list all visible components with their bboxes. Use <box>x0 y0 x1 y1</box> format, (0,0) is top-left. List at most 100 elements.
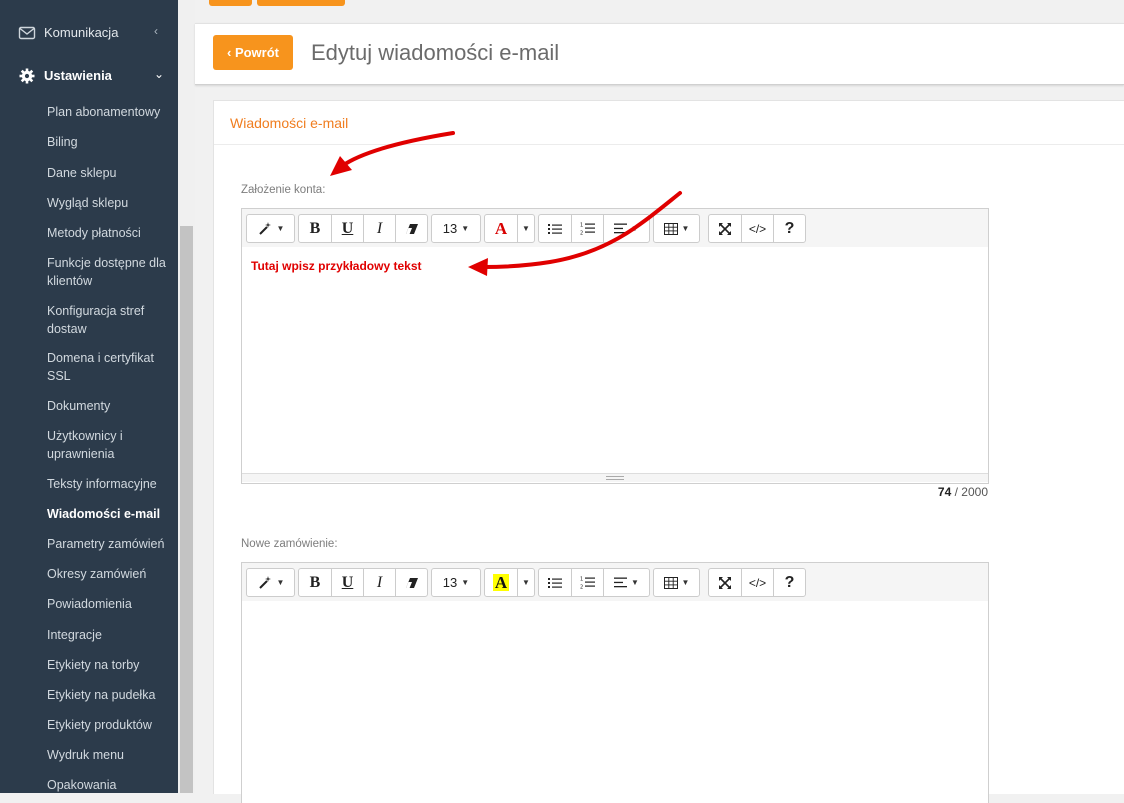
bullet-list-button[interactable] <box>539 215 571 242</box>
sidebar-item-komunikacja[interactable]: Komunikacja ‹ <box>0 19 178 47</box>
rich-text-editor: ▼ B U I 13 ▼ A ▼ <box>241 562 989 803</box>
help-button[interactable]: ? <box>773 215 805 242</box>
toolbar-group: B U I <box>298 568 428 597</box>
toolbar-group: B U I <box>298 214 428 243</box>
style-dropdown[interactable]: ▼ <box>247 569 294 596</box>
font-color-button[interactable]: A <box>485 215 517 242</box>
svg-text:2: 2 <box>580 585 583 590</box>
sidebar-item-wyglad-sklepu[interactable]: Wygląd sklepu <box>47 195 172 213</box>
editor-content-area[interactable] <box>242 601 988 801</box>
table-dropdown[interactable]: ▼ <box>654 569 699 596</box>
italic-button[interactable]: I <box>363 569 395 596</box>
sidebar-item-wydruk-menu[interactable]: Wydruk menu <box>47 747 172 765</box>
table-dropdown[interactable]: ▼ <box>654 215 699 242</box>
italic-button[interactable]: I <box>363 215 395 242</box>
align-dropdown[interactable]: ▼ <box>603 569 649 596</box>
sidebar-item-powiadomienia[interactable]: Powiadomienia <box>47 596 172 614</box>
sidebar-item-ustawienia[interactable]: Ustawienia ⌄ <box>0 62 178 90</box>
page-title: Edytuj wiadomości e-mail <box>311 40 560 65</box>
bullet-list-button[interactable] <box>539 569 571 596</box>
sidebar-item-teksty-informacyjne[interactable]: Teksty informacyjne <box>47 476 172 494</box>
fullscreen-button[interactable] <box>709 569 741 596</box>
editor-content-text: Tutaj wpisz przykładowy tekst <box>251 259 422 273</box>
numbered-list-button[interactable]: 12 <box>571 215 603 242</box>
resize-grip-icon <box>606 476 624 480</box>
chevron-left-icon: ‹ <box>154 24 158 38</box>
sidebar-item-opakowania[interactable]: Opakowania <box>47 777 172 795</box>
highlight-color-dropdown[interactable]: ▼ <box>517 569 534 596</box>
code-icon: </> <box>748 575 767 590</box>
help-button[interactable]: ? <box>773 569 805 596</box>
style-dropdown[interactable]: ▼ <box>247 215 294 242</box>
back-button[interactable]: ‹ Powrót <box>213 35 293 70</box>
gear-icon <box>19 68 35 84</box>
highlight-color-button[interactable]: A <box>485 569 517 596</box>
editor-content-area[interactable]: Tutaj wpisz przykładowy tekst <box>242 247 988 473</box>
svg-text:1: 1 <box>580 223 583 229</box>
sidebar-item-biling[interactable]: Biling <box>47 134 172 152</box>
sidebar-item-funkcje-dla-klientow[interactable]: Funkcje dostępne dla klientów <box>47 255 172 290</box>
sidebar-item-strefy-dostaw[interactable]: Konfiguracja stref dostaw <box>47 303 172 338</box>
sidebar-item-integracje[interactable]: Integracje <box>47 627 172 645</box>
toolbar-group: </> ? <box>708 568 806 597</box>
underline-button[interactable]: U <box>331 215 363 242</box>
toolbar-group: ▼ <box>653 214 700 243</box>
align-left-icon <box>614 577 628 588</box>
sidebar-item-wiadomosci-email[interactable]: Wiadomości e-mail <box>47 506 172 524</box>
clear-format-button[interactable] <box>395 215 427 242</box>
unordered-list-icon <box>548 577 562 588</box>
ordered-list-icon: 12 <box>580 223 595 236</box>
editor-toolbar: ▼ B U I 13 ▼ A ▼ 1 2 ▼ ▼ </> ? <box>242 563 988 602</box>
numbered-list-button[interactable]: 12 <box>571 569 603 596</box>
sidebar-item-plan-abonamentowy[interactable]: Plan abonamentowy <box>47 104 172 122</box>
sidebar-item-parametry-zamowien[interactable]: Parametry zamówień <box>47 536 172 554</box>
font-size-dropdown[interactable]: 13 ▼ <box>432 569 480 596</box>
font-size-dropdown[interactable]: 13 ▼ <box>432 215 480 242</box>
sidebar-item-metody-platnosci[interactable]: Metody płatności <box>47 225 172 243</box>
sidebar-item-dokumenty[interactable]: Dokumenty <box>47 398 172 416</box>
fullscreen-button[interactable] <box>709 215 741 242</box>
font-color-dropdown[interactable]: ▼ <box>517 215 534 242</box>
sidebar-item-dane-sklepu[interactable]: Dane sklepu <box>47 165 172 183</box>
ordered-list-icon: 12 <box>580 577 595 590</box>
unordered-list-icon <box>548 223 562 234</box>
font-color-icon: A <box>494 218 508 238</box>
email-messages-panel: Wiadomości e-mail Założenie konta: ▼ B U… <box>213 100 1124 803</box>
fullscreen-icon <box>719 576 731 589</box>
code-view-button[interactable]: </> <box>741 215 773 242</box>
editor-toolbar: ▼ B U I 13 ▼ A ▼ 1 2 ▼ ▼ </> ? <box>242 209 988 248</box>
bold-button[interactable]: B <box>299 569 331 596</box>
top-action-button[interactable] <box>209 0 252 6</box>
toolbar-group: ▼ <box>246 568 295 597</box>
svg-text:2: 2 <box>580 231 583 236</box>
clear-format-button[interactable] <box>395 569 427 596</box>
code-icon: </> <box>748 221 767 236</box>
char-count: 74 <box>937 485 952 499</box>
sidebar-item-domena-ssl[interactable]: Domena i certyfikat SSL <box>47 350 172 385</box>
chevron-down-icon: ⌄ <box>154 67 165 81</box>
editor-resize-bar[interactable] <box>242 473 988 482</box>
toolbar-group: </> ? <box>708 214 806 243</box>
sidebar-item-etykiety-na-torby[interactable]: Etykiety na torby <box>47 657 172 675</box>
sidebar-item-etykiety-na-pudelka[interactable]: Etykiety na pudełka <box>47 687 172 705</box>
top-action-button[interactable] <box>257 0 345 6</box>
main-content: ‹ Powrót Edytuj wiadomości e-mail Wiadom… <box>195 0 1124 803</box>
align-left-icon <box>614 223 628 234</box>
sidebar-item-label: Ustawienia <box>44 68 112 83</box>
sidebar-item-etykiety-produktow[interactable]: Etykiety produktów <box>47 717 172 735</box>
underline-button[interactable]: U <box>331 569 363 596</box>
field-label: Założenie konta: <box>241 184 326 196</box>
sidebar-scrollbar-thumb[interactable] <box>180 226 193 793</box>
toolbar-group: A ▼ <box>484 214 535 243</box>
table-icon <box>663 576 678 589</box>
align-dropdown[interactable]: ▼ <box>603 215 649 242</box>
toolbar-group: A ▼ <box>484 568 535 597</box>
toolbar-group: ▼ <box>246 214 295 243</box>
sidebar-item-uzytkownicy[interactable]: Użytkownicy i uprawnienia <box>47 428 172 463</box>
eraser-icon <box>405 577 418 588</box>
rich-text-editor: ▼ B U I 13 ▼ A ▼ <box>241 208 989 484</box>
font-size-value: 13 <box>442 221 458 236</box>
code-view-button[interactable]: </> <box>741 569 773 596</box>
sidebar-item-okresy-zamowien[interactable]: Okresy zamówień <box>47 566 172 584</box>
bold-button[interactable]: B <box>299 215 331 242</box>
